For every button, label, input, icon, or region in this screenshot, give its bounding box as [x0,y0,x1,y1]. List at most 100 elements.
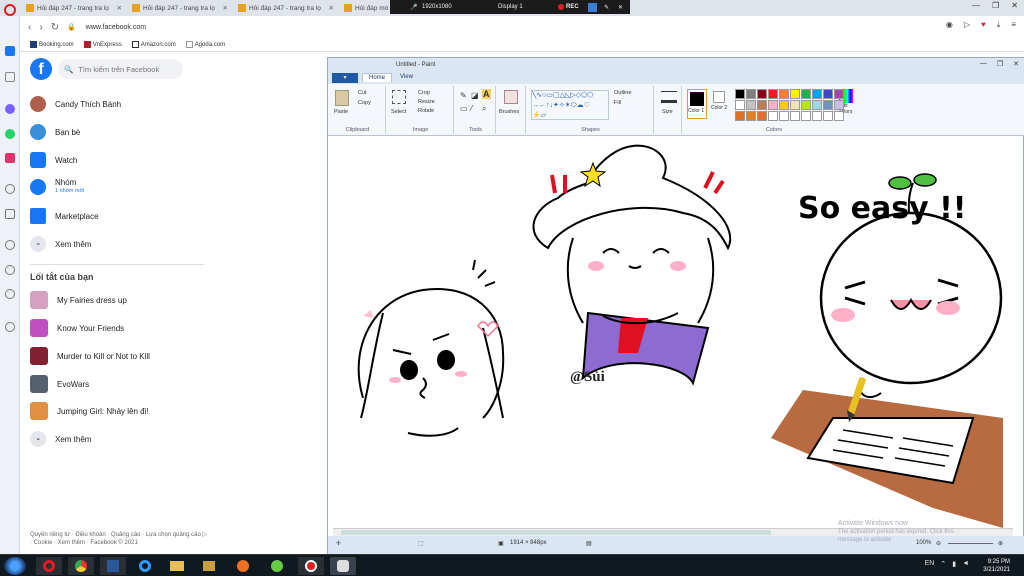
maximize-icon[interactable]: ❐ [992,1,999,10]
shortcut-item[interactable]: Jumping Girl: Nhảy lên đi! [30,402,149,420]
star-icon[interactable] [5,72,15,82]
cut-button[interactable]: Cut [358,90,367,96]
palette-swatch[interactable] [801,89,811,99]
palette-swatch[interactable] [746,89,756,99]
palette-swatch[interactable] [790,89,800,99]
home-icon[interactable] [5,46,15,56]
send-icon[interactable]: ▷ [964,20,970,30]
history-icon[interactable] [5,265,15,275]
palette-swatch[interactable] [757,89,767,99]
palette-swatch[interactable] [801,100,811,110]
pen-icon[interactable]: ✎ [604,4,609,11]
palette-swatch[interactable] [735,89,745,99]
menu-icon[interactable]: ≡ [1011,20,1016,30]
palette-swatch[interactable] [834,100,844,110]
tab-home[interactable]: Home [362,73,393,82]
browser-tab[interactable]: Hỏi đáp 247 - trang tra lọ ✕ [234,1,338,15]
menu-item-friends[interactable]: Bạn bè [30,124,80,140]
minimize-icon[interactable]: — [972,1,980,10]
palette-swatch[interactable] [757,111,767,121]
clock[interactable]: 9:25 PM 3/21/2021 [983,558,1010,574]
copy-button[interactable]: Copy [358,100,371,106]
resize-button[interactable]: Resize [418,99,435,105]
fill-bucket-icon[interactable]: ◪ [471,91,479,100]
facebook-footer[interactable]: Quyền riêng tư · Điều khoản · Quảng cáo … [30,531,210,547]
palette-swatch[interactable] [757,100,767,110]
color-picker-icon[interactable]: ⁄ [471,104,472,113]
palette-swatch[interactable] [834,89,844,99]
scrollbar-thumb[interactable] [341,530,771,535]
fill-button[interactable]: Fill [614,100,621,106]
palette-swatch[interactable] [823,111,833,121]
messenger-icon[interactable] [5,104,15,114]
instagram-icon[interactable] [5,153,15,163]
select-icon[interactable] [392,90,406,104]
palette-swatch[interactable] [746,111,756,121]
chevron-up-icon[interactable]: ⌃ [940,560,946,568]
select-button[interactable]: Select [391,109,406,115]
explorer-taskbar-icon[interactable] [164,557,190,575]
send-icon[interactable] [5,209,15,219]
brushes-button[interactable]: Brushes [499,109,519,115]
language-indicator[interactable]: EN [925,560,935,568]
paste-button[interactable]: Paste [334,109,348,115]
shortcut-item[interactable]: EvoWars [30,375,89,393]
tab-view[interactable]: View [394,73,419,81]
menu-item-profile[interactable]: Candy Thích Bánh [30,96,121,112]
shortcut-item[interactable]: Murder to Kill or Not to Kill [30,347,150,365]
close-icon[interactable]: ✕ [117,4,122,12]
palette-swatch[interactable] [812,89,822,99]
palette-swatch[interactable] [735,111,745,121]
palette-swatch[interactable] [823,100,833,110]
close-icon[interactable]: ✕ [329,4,334,12]
bookmark-amazon[interactable]: Amazon.com [131,41,176,48]
palette-swatch[interactable] [790,111,800,121]
shortcut-item[interactable]: Know Your Friends [30,319,124,337]
file-menu-button[interactable]: ▾ [332,73,358,83]
palette-swatch[interactable] [779,100,789,110]
menu-item-marketplace[interactable]: Marketplace [30,208,99,224]
bookmark-vnexpress[interactable]: VnExpress [83,41,122,48]
palette-swatch[interactable] [779,89,789,99]
browser-tab[interactable]: Hỏi đáp mó [340,1,390,15]
palette-swatch[interactable] [746,100,756,110]
browser-tab[interactable]: Hỏi đáp 247 - trang tra lọ ✕ [128,1,232,15]
color1-button[interactable]: Color 1 [687,89,707,119]
brush-icon[interactable] [504,90,518,104]
menu-item-watch[interactable]: Watch [30,152,77,168]
bookmark-booking[interactable]: Booking.com [30,41,74,48]
palette-swatch[interactable] [834,111,844,121]
search-input[interactable]: 🔍 Tìm kiếm trên Facebook [58,59,183,79]
firefox-taskbar-icon[interactable] [230,557,256,575]
heart-icon[interactable]: ♥ [981,20,986,30]
rec-button[interactable]: REC [558,4,579,10]
network-icon[interactable]: ▮ [952,560,956,568]
crop-button[interactable]: Crop [418,90,430,96]
recorder-taskbar-icon[interactable] [298,557,324,575]
back-icon[interactable]: ‹ [28,22,31,33]
browser-tab[interactable]: Hỏi đáp 247 - trang tra lọ ✕ [22,1,126,15]
minimize-icon[interactable]: — [980,60,987,68]
palette-swatch[interactable] [768,111,778,121]
palette-swatch[interactable] [768,100,778,110]
close-icon[interactable]: ✕ [1013,60,1019,68]
chrome-taskbar-icon[interactable] [68,557,94,575]
palette-swatch[interactable] [779,111,789,121]
size-icon[interactable] [661,91,677,103]
media-player-taskbar-icon[interactable] [196,557,222,575]
opera-taskbar-icon[interactable] [36,557,62,575]
paint-canvas[interactable]: @Sủi So easy !! [333,138,1013,528]
palette-swatch[interactable] [735,100,745,110]
palette-swatch[interactable] [823,89,833,99]
size-button[interactable]: Size [662,109,673,115]
camera-icon[interactable]: ◉ [946,20,953,30]
close-icon[interactable]: ✕ [223,4,228,12]
opera-logo-icon[interactable] [4,4,16,16]
download-icon[interactable]: ⤓ [997,20,1001,30]
start-button-icon[interactable] [4,557,26,575]
play-icon[interactable] [5,184,15,194]
pencil-icon[interactable]: ✎ [460,91,467,100]
facebook-logo-icon[interactable]: f [30,58,52,80]
magnifier-icon[interactable]: ⌕ [482,104,486,114]
ie-taskbar-icon[interactable] [132,557,158,575]
